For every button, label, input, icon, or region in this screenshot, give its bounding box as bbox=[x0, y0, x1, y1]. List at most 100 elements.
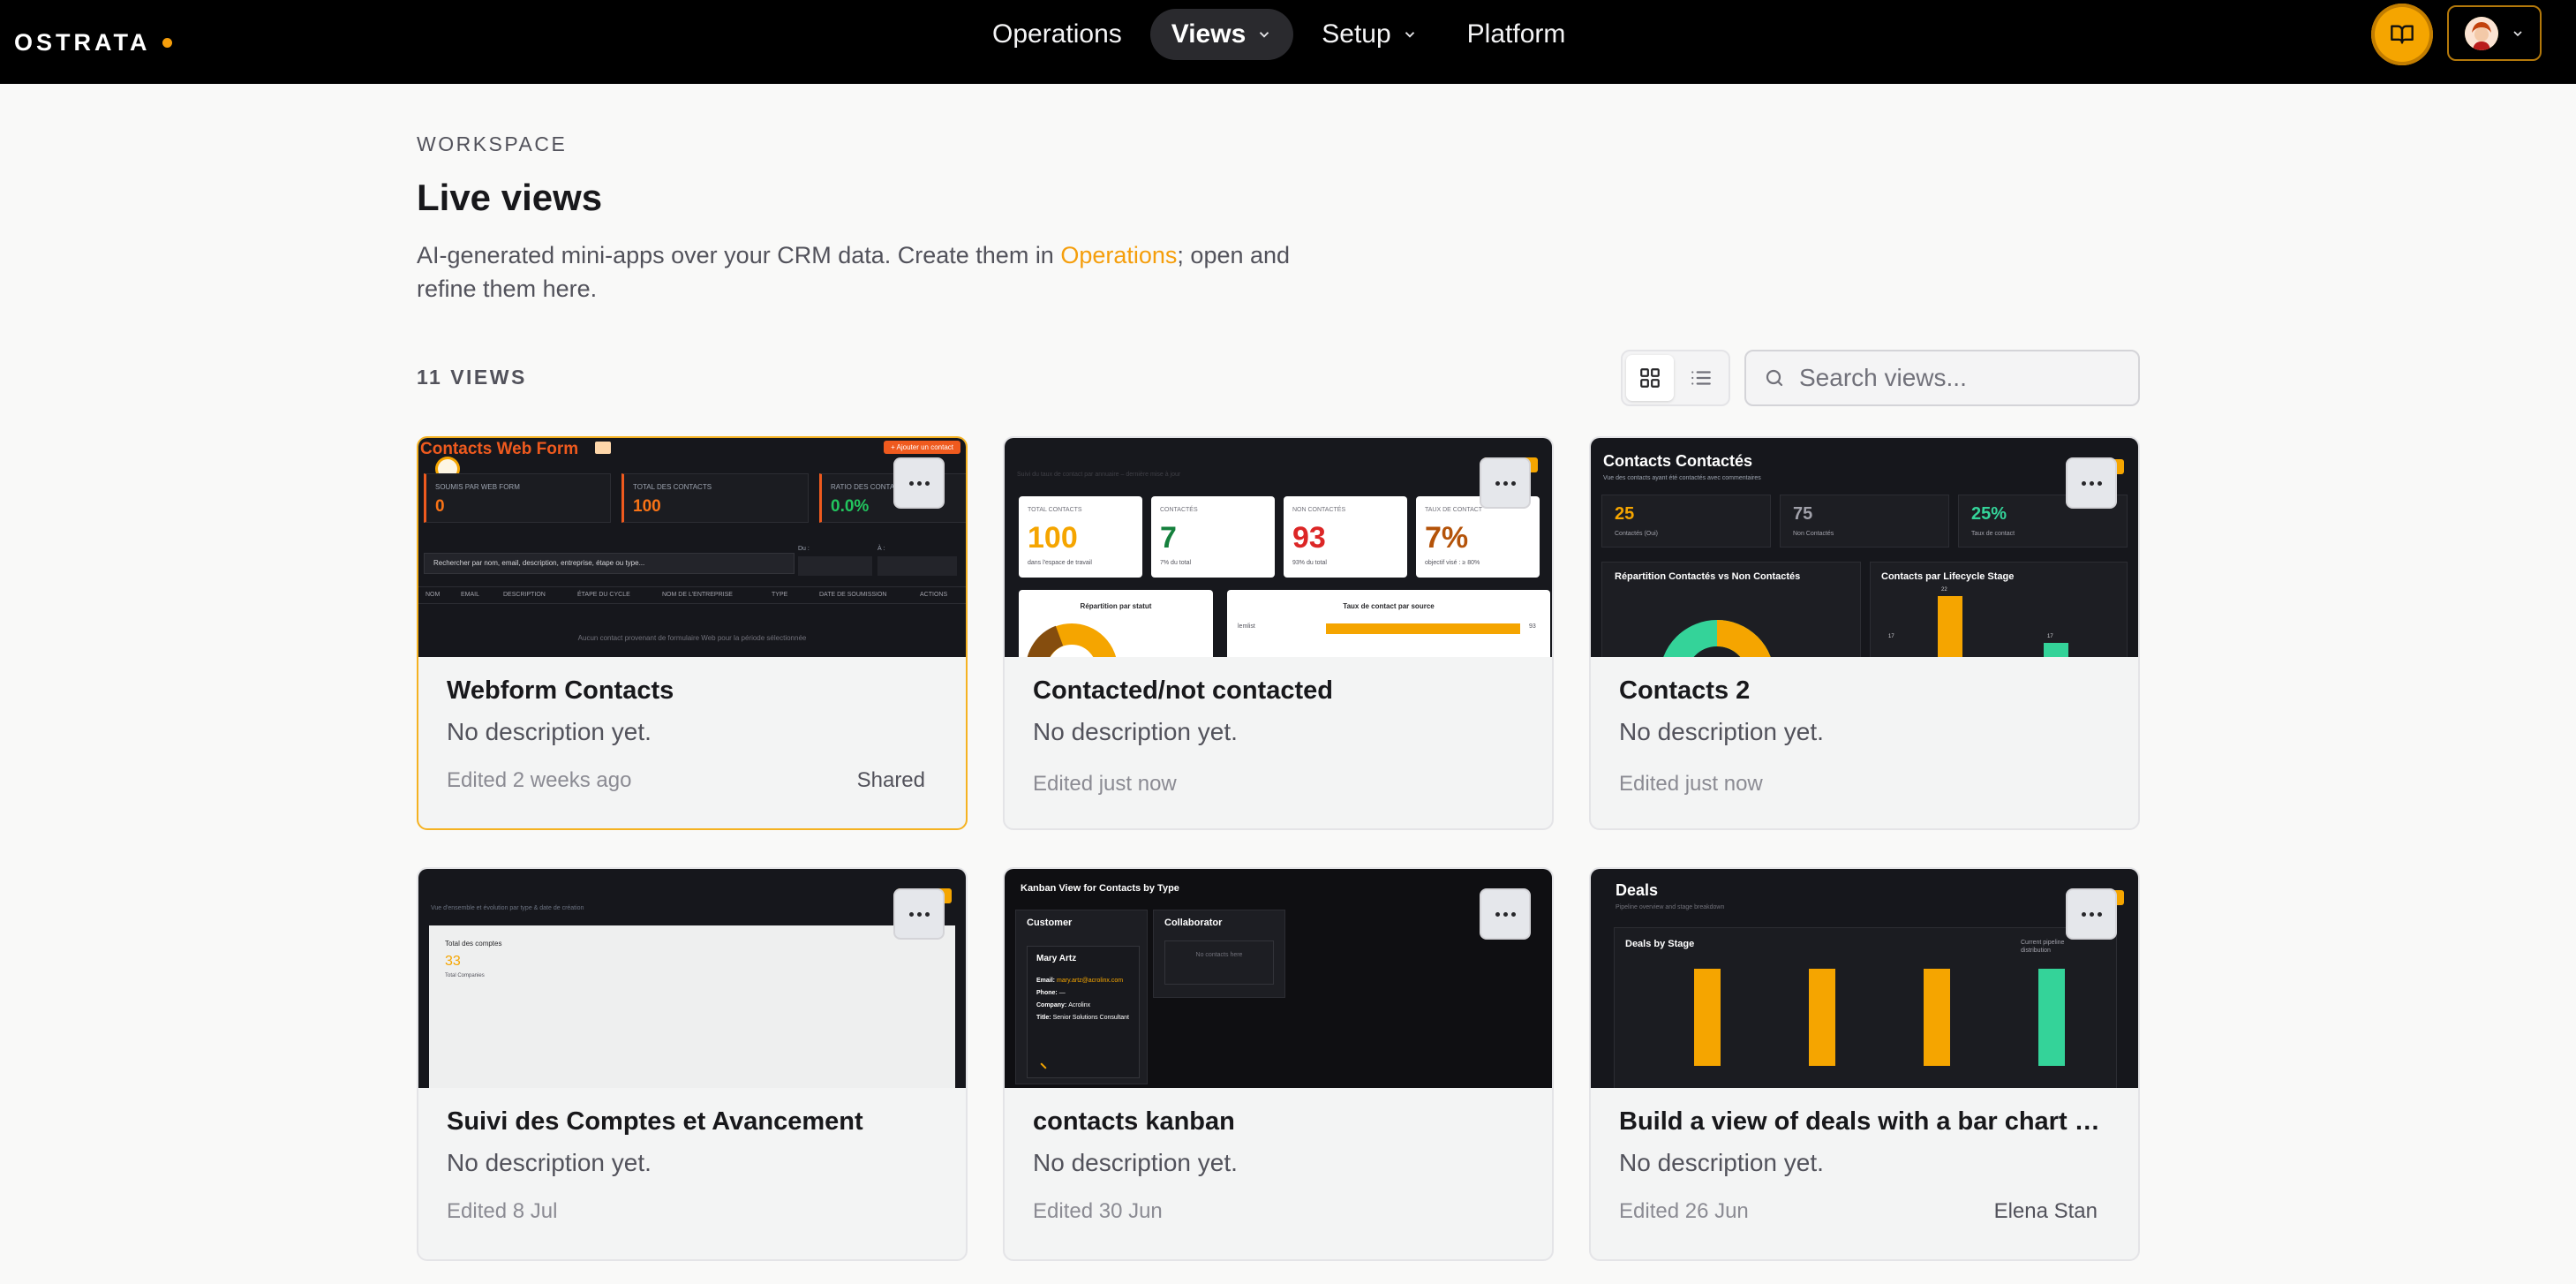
view-card-thumbnail: Vue d'ensemble et évolution par type & d… bbox=[418, 869, 966, 1088]
view-card-description: No description yet. bbox=[447, 1149, 652, 1176]
preview-panel: Contacts par Lifecycle Stage 17 22 17 bbox=[1870, 562, 2128, 657]
more-horizontal-icon bbox=[1495, 911, 1500, 917]
view-card-edited: Edited 8 Jul bbox=[447, 1199, 558, 1223]
search-icon bbox=[1766, 369, 1783, 387]
more-options-button[interactable] bbox=[1480, 457, 1531, 509]
view-card-edited: Edited just now bbox=[1619, 772, 1763, 796]
view-card-description: No description yet. bbox=[1033, 1149, 1238, 1176]
more-options-button[interactable] bbox=[2066, 888, 2117, 940]
top-navigation-bar: OSTRATA Operations Views Setup Platform bbox=[0, 0, 2576, 84]
view-card-thumbnail: Suivi du taux de contact par annuaire – … bbox=[1005, 438, 1552, 657]
operations-link[interactable]: Operations bbox=[1060, 242, 1177, 268]
chart-bar bbox=[2038, 969, 2065, 1066]
section-eyebrow: WORKSPACE bbox=[417, 132, 568, 155]
view-card-description: No description yet. bbox=[1619, 718, 1824, 745]
avatar bbox=[2464, 16, 2498, 50]
chart-bar bbox=[1694, 969, 1721, 1066]
view-card-title: Contacts 2 bbox=[1619, 676, 1751, 705]
view-card-tag: Elena Stan bbox=[1993, 1199, 2098, 1223]
logo[interactable]: OSTRATA bbox=[14, 21, 173, 64]
more-options-button[interactable] bbox=[893, 457, 945, 509]
chart-bar bbox=[1809, 969, 1835, 1066]
preview-panel: Répartition par statut bbox=[1019, 590, 1213, 657]
more-options-button[interactable] bbox=[2066, 457, 2117, 509]
views-count: 11 VIEWS bbox=[417, 366, 527, 389]
preview-stat-card: NON CONTACTÉS 93 93% du total bbox=[1284, 496, 1407, 578]
list-icon bbox=[1691, 371, 1711, 385]
view-card[interactable]: Kanban View for Contacts by Type Customer… bbox=[1003, 867, 1554, 1261]
view-card[interactable]: Contacts Web Form + Ajouter un contact SOU… bbox=[417, 436, 968, 830]
view-card-title: Build a view of deals with a bar chart b… bbox=[1619, 1107, 2113, 1136]
chart-bar bbox=[1924, 969, 1950, 1066]
preview-panel: Total des comptes 33 Total Companies bbox=[429, 925, 955, 1088]
preview-stat-value: 0 bbox=[435, 497, 445, 516]
more-horizontal-icon bbox=[2081, 480, 2086, 486]
view-card-description: No description yet. bbox=[1033, 718, 1238, 745]
preview-stat-card: 75 Non Contactés bbox=[1780, 495, 1949, 548]
view-card[interactable]: Deals Pipeline overview and stage breakdo… bbox=[1589, 867, 2140, 1261]
list-view-button[interactable] bbox=[1677, 355, 1725, 401]
preview-panel: Taux de contact par source lemlist 93 bbox=[1227, 590, 1550, 657]
preview-add-button: + Ajouter un contact bbox=[884, 441, 960, 454]
preview-kanban-column: Customer Mary Artz Email: mary.artz@acrolin… bbox=[1015, 910, 1148, 1084]
user-menu-button[interactable] bbox=[2447, 5, 2542, 61]
book-open-icon bbox=[2391, 25, 2414, 44]
preview-bar-label: 17 bbox=[2047, 634, 2053, 639]
preview-badge bbox=[595, 442, 611, 454]
logo-text: OSTRATA bbox=[14, 28, 151, 56]
view-card-description: No description yet. bbox=[447, 718, 652, 745]
view-card-tag: Shared bbox=[856, 768, 925, 792]
view-card-description: No description yet. bbox=[1619, 1149, 1824, 1176]
page-description: AI-generated mini-apps over your CRM dat… bbox=[417, 242, 1291, 302]
search-box bbox=[1744, 350, 2140, 406]
preview-title: Contacts Web Form bbox=[420, 440, 579, 458]
more-options-button[interactable] bbox=[1480, 888, 1531, 940]
preview-kanban-card: Mary Artz Email: mary.artz@acrolinx.com Pho… bbox=[1027, 946, 1140, 1078]
preview-stat-card: SOUMIS PAR WEB FORM 0 bbox=[424, 473, 611, 523]
preview-chart-panel: Deals by Stage Current pipeline distribut… bbox=[1614, 927, 2117, 1088]
nav-item-operations[interactable]: Operations bbox=[971, 9, 1143, 60]
chevron-down-icon bbox=[2512, 30, 2522, 36]
view-card-thumbnail: Deals Pipeline overview and stage breakdo… bbox=[1591, 869, 2138, 1088]
nav-item-views[interactable]: Views bbox=[1149, 9, 1294, 60]
search-input[interactable] bbox=[1799, 364, 2117, 392]
view-card-edited: Edited 26 Jun bbox=[1619, 1199, 1749, 1223]
view-card-thumbnail: Contacts Contactés Vue des contacts ayant… bbox=[1591, 438, 2138, 657]
preview-stat-value: 100 bbox=[633, 497, 661, 516]
preview-bar-label: 17 bbox=[1888, 634, 1894, 639]
view-card-thumbnail: Kanban View for Contacts by Type Customer… bbox=[1005, 869, 1552, 1088]
chevron-down-icon bbox=[1405, 32, 1414, 38]
more-horizontal-icon bbox=[2081, 911, 2086, 917]
logo-dot bbox=[162, 37, 173, 48]
nav-item-platform[interactable]: Platform bbox=[1446, 9, 1587, 60]
nav-item-setup[interactable]: Setup bbox=[1300, 9, 1438, 60]
preview-search: Rechercher par nom, email, description, … bbox=[424, 553, 795, 574]
preview-empty: Aucun contact provenant de formulaire We… bbox=[577, 634, 807, 642]
view-card-title: Webform Contacts bbox=[447, 676, 674, 705]
preview-panel: Répartition Contactés vs Non Contactés bbox=[1601, 562, 1861, 657]
view-card-title: Contacted/not contacted bbox=[1033, 676, 1333, 705]
preview-stat-card: TOTAL DES CONTACTS 100 bbox=[621, 473, 809, 523]
docs-button[interactable] bbox=[2371, 4, 2433, 65]
preview-table-header: NOM EMAIL DESCRIPTION ÉTAPE DU CYCLE NOM DE … bbox=[418, 586, 966, 604]
grid-icon bbox=[1640, 368, 1660, 388]
preview-stat-card: CONTACTÉS 7 7% du total bbox=[1151, 496, 1275, 578]
preview-stat-card: TOTAL CONTACTS 100 dans l'espace de travai… bbox=[1019, 496, 1142, 578]
view-card[interactable]: Suivi du taux de contact par annuaire – … bbox=[1003, 436, 1554, 830]
preview-kanban-column: Collaborator No contacts here bbox=[1153, 910, 1285, 998]
grid-view-button[interactable] bbox=[1626, 355, 1674, 401]
view-card[interactable]: Vue d'ensemble et évolution par type & d… bbox=[417, 867, 968, 1261]
more-options-button[interactable] bbox=[893, 888, 945, 940]
view-card-edited: Edited just now bbox=[1033, 772, 1177, 796]
preview-stat-label: TOTAL DES CONTACTS bbox=[633, 483, 712, 491]
more-horizontal-icon bbox=[908, 911, 914, 917]
view-mode-toggle bbox=[1621, 350, 1730, 406]
view-card-edited: Edited 2 weeks ago bbox=[447, 768, 632, 792]
view-card-thumbnail: Contacts Web Form + Ajouter un contact SOU… bbox=[418, 438, 966, 657]
view-card[interactable]: Contacts Contactés Vue des contacts ayant… bbox=[1589, 436, 2140, 830]
chevron-down-icon bbox=[1260, 32, 1269, 38]
view-card-title: contacts kanban bbox=[1033, 1107, 1235, 1136]
preview-bar-label: 22 bbox=[1941, 587, 1947, 593]
preview-bar bbox=[2044, 643, 2068, 657]
more-horizontal-icon bbox=[1495, 480, 1500, 486]
